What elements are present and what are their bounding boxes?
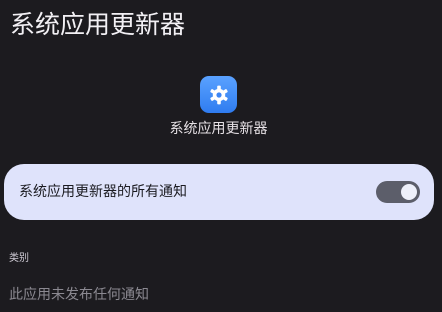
all-notifications-toggle[interactable]: [376, 181, 420, 203]
page-title: 系统应用更新器: [10, 10, 186, 39]
gear-icon: [209, 85, 228, 104]
category-header: 类别: [9, 253, 29, 264]
no-notifications-text: 此应用未发布任何通知: [9, 287, 149, 303]
app-icon: [200, 76, 237, 113]
all-notifications-label: 系统应用更新器的所有通知: [19, 184, 187, 200]
all-notifications-row[interactable]: 系统应用更新器的所有通知: [4, 164, 434, 220]
app-name: 系统应用更新器: [169, 121, 268, 137]
toggle-thumb: [401, 184, 417, 200]
